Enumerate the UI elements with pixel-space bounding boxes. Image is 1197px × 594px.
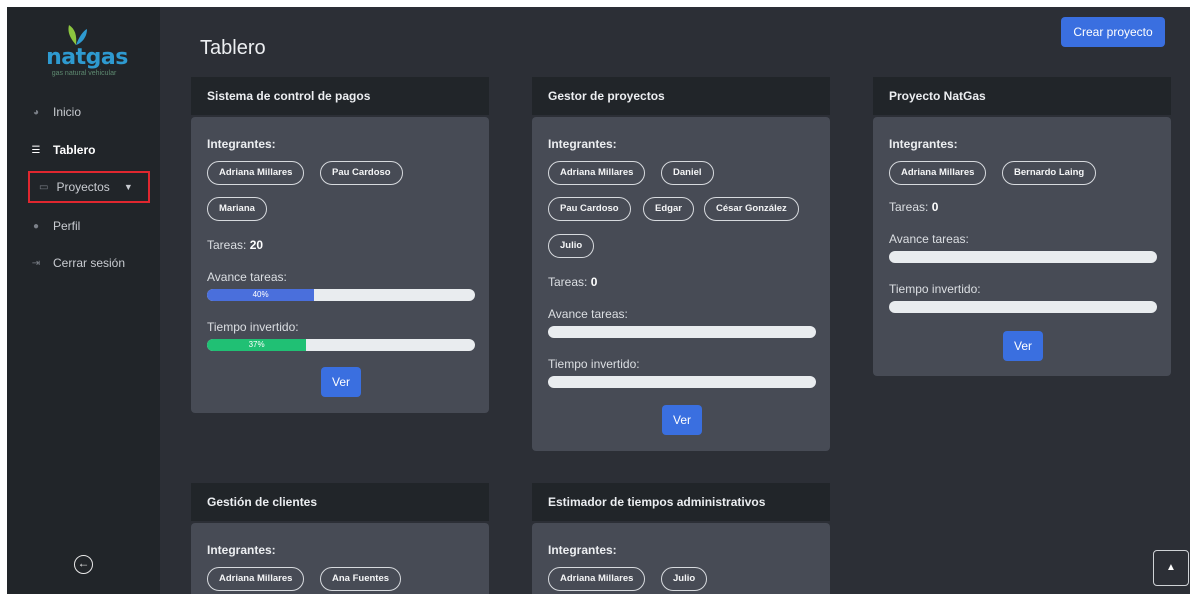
member-chip: Daniel [661, 161, 714, 185]
project-card-title: Estimador de tiempos administrativos [532, 483, 830, 521]
progress-bar [548, 326, 816, 338]
create-project-button[interactable]: Crear proyecto [1061, 17, 1165, 47]
members-label: Integrantes: [548, 137, 617, 151]
page-title: Tablero [200, 37, 266, 59]
members-label: Integrantes: [548, 543, 617, 557]
time-bar: 37% [207, 339, 475, 351]
logo-tagline: gas natural vehicular [51, 70, 117, 77]
logo-word: natgas [46, 45, 128, 70]
member-chip: Pau Cardoso [320, 161, 403, 185]
logout-icon: ⇥ [31, 257, 41, 269]
progress-bar-fill: 40% [207, 289, 315, 301]
members-label: Integrantes: [207, 543, 276, 557]
member-chip: Edgar [643, 197, 694, 221]
sidebar-item-inicio[interactable]: ◕ Inicio [29, 102, 81, 122]
chevron-down-icon: ▼ [123, 182, 133, 192]
member-chip: Adriana Millares [207, 567, 305, 591]
project-card-title: Gestor de proyectos [532, 77, 830, 115]
sidebar-item-tablero[interactable]: ☰ Tablero [29, 140, 96, 160]
tasks-count: Tareas: 20 [207, 238, 264, 252]
project-card-title: Proyecto NatGas [873, 77, 1171, 115]
member-chip: Adriana Millares [889, 161, 987, 185]
leaf-logo-icon [68, 25, 87, 45]
progress-bar: 40% [207, 289, 475, 301]
member-chip: Adriana Millares [207, 161, 305, 185]
progress-label: Avance tareas: [889, 232, 969, 246]
sidebar-item-proyectos[interactable]: ▭ Proyectos ▼ [28, 171, 150, 203]
progress-label: Avance tareas: [207, 270, 287, 284]
time-label: Tiempo invertido: [889, 282, 981, 296]
list-icon: ☰ [31, 144, 41, 156]
collapse-sidebar-button[interactable]: ← [74, 555, 93, 574]
member-chip: Mariana [207, 197, 267, 221]
project-card-gestor-proyectos: Integrantes: Adriana Millares Daniel Pau… [532, 117, 830, 451]
sidebar-item-label: Proyectos [56, 180, 110, 194]
member-chip: Julio [661, 567, 708, 591]
project-card-title: Sistema de control de pagos [191, 77, 489, 115]
time-bar [548, 376, 816, 388]
project-card-gestion-clientes: Integrantes: Adriana Millares Ana Fuente… [191, 523, 489, 594]
sidebar-item-label: Cerrar sesión [53, 256, 126, 270]
project-card-title: Gestión de clientes [191, 483, 489, 521]
view-project-button[interactable]: Ver [1003, 331, 1043, 361]
sidebar-item-label: Perfil [53, 219, 81, 233]
gauge-icon: ◕ [32, 106, 40, 118]
progress-bar [889, 251, 1157, 263]
caret-up-icon: ▲ [1166, 562, 1176, 573]
user-icon: ● [32, 220, 40, 232]
project-card-sistema-pagos: Integrantes: Adriana Millares Pau Cardos… [191, 117, 489, 413]
time-bar [889, 301, 1157, 313]
member-chip: César González [704, 197, 799, 221]
member-chip: Pau Cardoso [548, 197, 631, 221]
time-label: Tiempo invertido: [548, 357, 640, 371]
sidebar: natgas gas natural vehicular ◕ Inicio ☰ … [7, 7, 160, 594]
sidebar-item-label: Tablero [53, 143, 96, 157]
sidebar-item-perfil[interactable]: ● Perfil [29, 216, 80, 236]
member-chip: Bernardo Laing [1002, 161, 1097, 185]
folder-icon: ▭ [39, 181, 49, 193]
progress-label: Avance tareas: [548, 307, 628, 321]
project-card-estimador-tiempos: Integrantes: Adriana Millares Julio [532, 523, 830, 594]
member-chip: Ana Fuentes [320, 567, 402, 591]
sidebar-item-label: Inicio [53, 105, 82, 119]
tasks-count: Tareas: 0 [889, 200, 939, 214]
sidebar-item-cerrar-sesion[interactable]: ⇥ Cerrar sesión [29, 253, 125, 273]
member-chip: Adriana Millares [548, 161, 646, 185]
members-label: Integrantes: [889, 137, 958, 151]
tasks-count: Tareas: 0 [548, 275, 598, 289]
arrow-left-circle-icon: ← [77, 556, 90, 570]
view-project-button[interactable]: Ver [321, 367, 361, 397]
app-window: natgas gas natural vehicular ◕ Inicio ☰ … [7, 7, 1190, 594]
natgas-logo[interactable]: natgas gas natural vehicular [29, 21, 139, 77]
member-chip: Adriana Millares [548, 567, 646, 591]
time-label: Tiempo invertido: [207, 320, 299, 334]
scroll-to-top-button[interactable]: ▲ [1153, 550, 1189, 586]
project-card-proyecto-natgas: Integrantes: Adriana Millares Bernardo L… [873, 117, 1171, 376]
time-bar-fill: 37% [207, 339, 307, 351]
members-label: Integrantes: [207, 137, 276, 151]
member-chip: Julio [548, 234, 595, 258]
view-project-button[interactable]: Ver [662, 405, 702, 435]
